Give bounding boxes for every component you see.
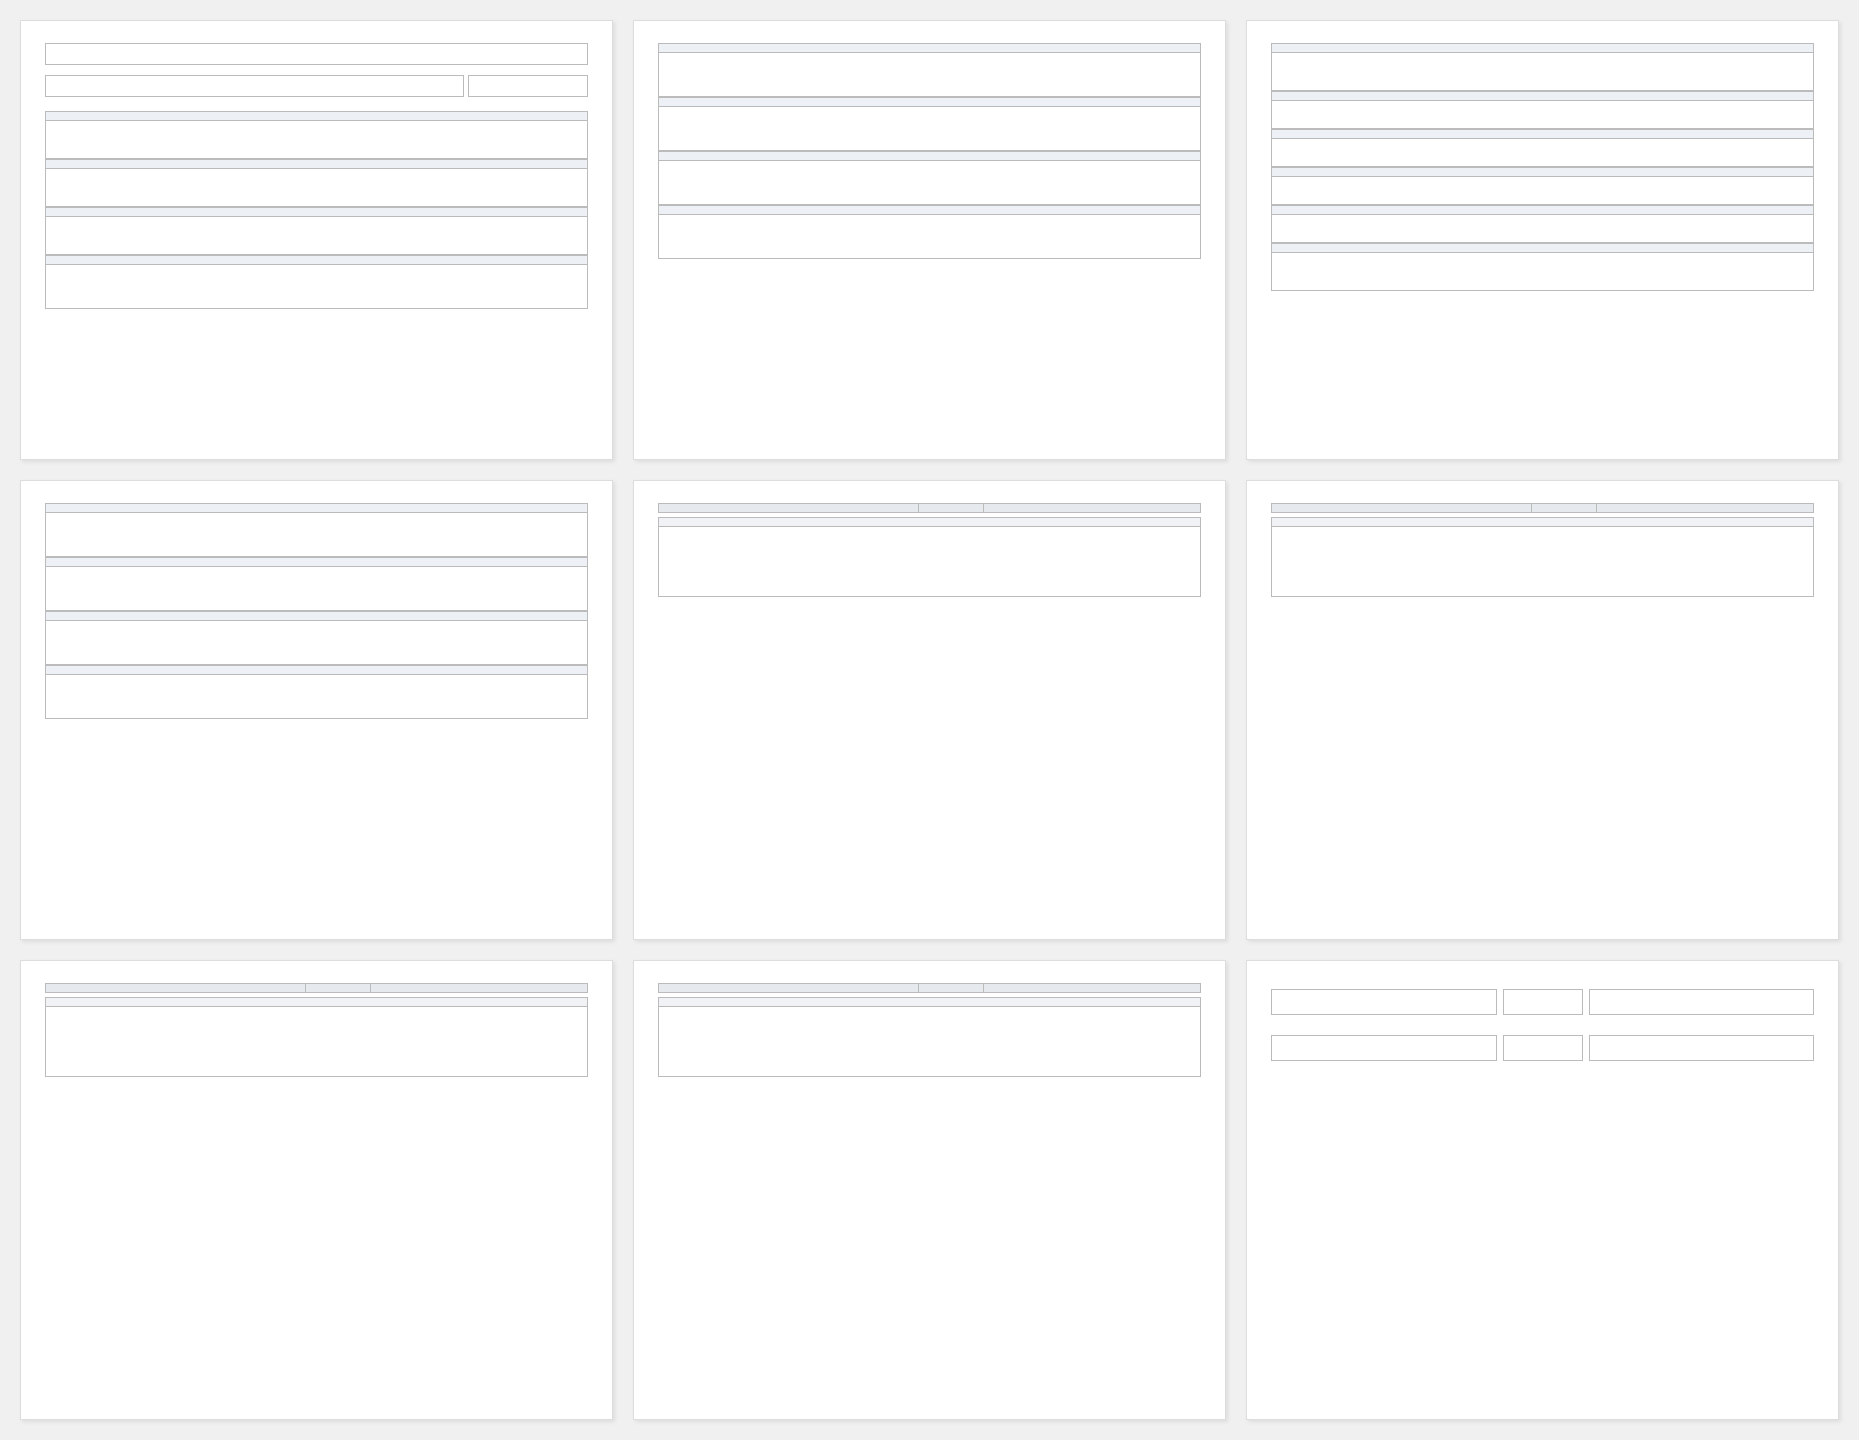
page-acceptance	[1246, 960, 1839, 1420]
planning-table	[658, 503, 1201, 513]
p4-q3-body[interactable]	[45, 621, 588, 665]
p2-q1	[658, 43, 1201, 53]
p6-comments-body[interactable]	[1271, 527, 1814, 597]
project-title-input[interactable]	[45, 43, 588, 65]
col-achieved	[919, 504, 984, 513]
p5-comments-body[interactable]	[658, 527, 1201, 597]
p3-q3-body[interactable]	[1271, 139, 1814, 167]
p3-q2-body[interactable]	[1271, 101, 1814, 129]
p7-comments-body[interactable]	[45, 1007, 588, 1077]
p2-q1-body[interactable]	[658, 53, 1201, 97]
page-highlights	[633, 20, 1226, 460]
p5-comments-head	[658, 517, 1201, 527]
p4-q3	[45, 611, 588, 621]
col-lesson	[659, 504, 919, 513]
p1-q2-body[interactable]	[45, 169, 588, 207]
p4-comments-head	[45, 665, 588, 675]
overall-table	[658, 983, 1201, 993]
date-prepared-input[interactable]	[468, 75, 588, 97]
p4-comments-body[interactable]	[45, 675, 588, 719]
p3-q3	[1271, 129, 1814, 139]
page-challenges	[1246, 20, 1839, 460]
col-comments	[984, 504, 1201, 513]
p1-q2	[45, 159, 588, 169]
p3-q1	[1271, 43, 1814, 53]
page-report-header	[20, 20, 613, 460]
pm-name-box[interactable]	[1271, 989, 1497, 1015]
p3-q4-body[interactable]	[1271, 177, 1814, 205]
p3-q1-body[interactable]	[1271, 53, 1814, 91]
p3-comments-body[interactable]	[1271, 253, 1814, 291]
page-human-factors	[20, 960, 613, 1420]
p3-q5-body[interactable]	[1271, 215, 1814, 243]
p4-q1-body[interactable]	[45, 513, 588, 557]
sp-name-box[interactable]	[1271, 1035, 1497, 1061]
p3-q5	[1271, 205, 1814, 215]
col-achieved	[1532, 504, 1597, 513]
p8-comments-head	[658, 997, 1201, 1007]
p7-comments-head	[45, 997, 588, 1007]
pm-date-box[interactable]	[1503, 989, 1583, 1015]
col-achieved	[919, 984, 984, 993]
col-lesson	[46, 984, 306, 993]
p1-q3-body[interactable]	[45, 217, 588, 255]
page-planning	[633, 480, 1226, 940]
p3-q4	[1271, 167, 1814, 177]
p1-comments-head	[45, 255, 588, 265]
p1-comments-body[interactable]	[45, 265, 588, 309]
col-comments	[984, 984, 1201, 993]
sp-sig-box[interactable]	[1589, 1035, 1815, 1061]
p1-q1	[45, 111, 588, 121]
p1-q3	[45, 207, 588, 217]
p2-q2-body[interactable]	[658, 107, 1201, 151]
col-achieved	[306, 984, 371, 993]
page-grid	[20, 20, 1839, 1420]
p2-q2	[658, 97, 1201, 107]
pm-sig-box[interactable]	[1589, 989, 1815, 1015]
p2-comments-body[interactable]	[658, 215, 1201, 259]
page-execution	[1246, 480, 1839, 940]
moderator-input[interactable]	[45, 75, 464, 97]
col-lesson	[1272, 504, 1532, 513]
p4-q2	[45, 557, 588, 567]
p2-q3	[658, 151, 1201, 161]
p8-comments-body[interactable]	[658, 1007, 1201, 1077]
p6-comments-head	[1271, 517, 1814, 527]
execution-table	[1271, 503, 1814, 513]
col-comments	[1597, 504, 1814, 513]
page-overall	[633, 960, 1226, 1420]
col-comments	[371, 984, 588, 993]
p2-comments-head	[658, 205, 1201, 215]
page-post-tasks	[20, 480, 613, 940]
col-lesson	[659, 984, 919, 993]
p2-q3-body[interactable]	[658, 161, 1201, 205]
p3-comments-head	[1271, 243, 1814, 253]
p4-q1	[45, 503, 588, 513]
sp-date-box[interactable]	[1503, 1035, 1583, 1061]
human-factors-table	[45, 983, 588, 993]
p3-q2	[1271, 91, 1814, 101]
p1-q1-body[interactable]	[45, 121, 588, 159]
p4-q2-body[interactable]	[45, 567, 588, 611]
